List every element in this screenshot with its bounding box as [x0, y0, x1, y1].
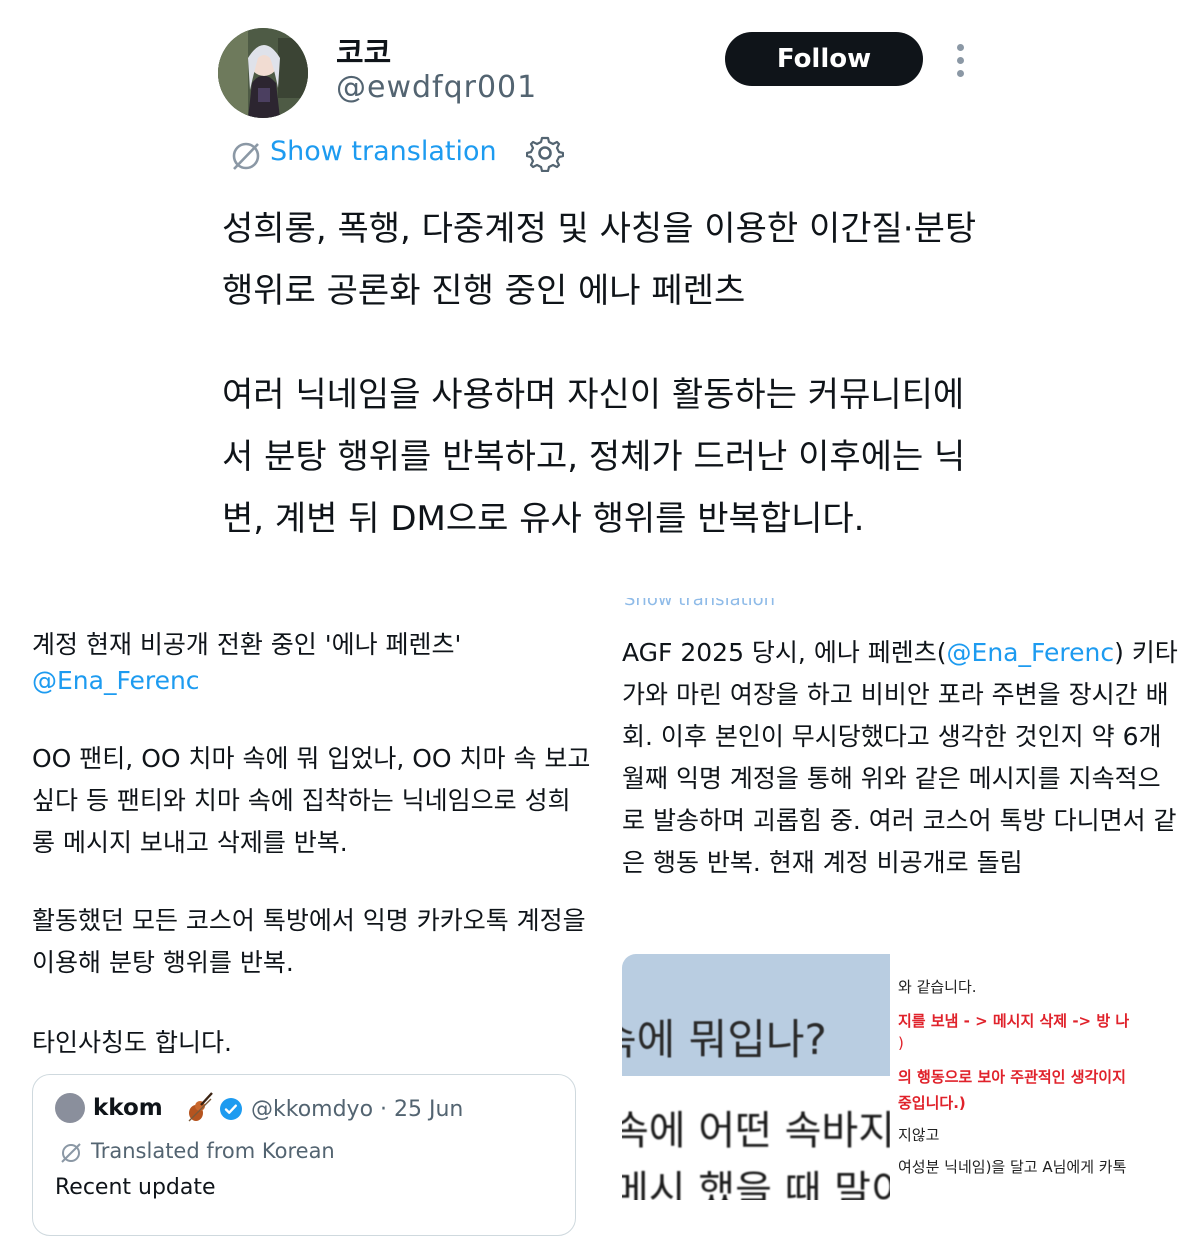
cropped-show-translation: Show translation: [624, 598, 776, 610]
message-screenshot-left: 속에 뭐입나? 속에 어떤 속바지 메시 했을 때 말이: [622, 954, 890, 1200]
quote-text-cut: Recent update: [55, 1175, 216, 1200]
translate-icon: [59, 1141, 83, 1165]
screenshot-image[interactable]: 속에 뭐입나? 속에 어떤 속바지 메시 했을 때 말이 와 같습니다. 지를 …: [622, 954, 1164, 1200]
tweet-paragraph-2: 여러 닉네임을 사용하며 자신이 활동하는 커뮤니티에서 분탕 행위를 반복하고…: [222, 375, 966, 539]
more-options-icon[interactable]: [950, 40, 970, 80]
user-handle[interactable]: @ewdfqr001: [336, 70, 537, 105]
left-paragraph-4: 타인사칭도 합니다.: [32, 1028, 232, 1057]
show-translation-link[interactable]: Show translation: [270, 136, 497, 167]
avatar[interactable]: [218, 28, 308, 118]
right-text-after: ) 키타가와 마린 여장을 하고 비비안 포라 주변을 장시간 배회. 이후 본…: [622, 638, 1178, 877]
message-screenshot-right: 와 같습니다. 지를 보냄 - > 메시지 삭제 -> 방 나 ) 의 행동으로…: [892, 954, 1164, 1200]
follow-button[interactable]: Follow: [725, 32, 923, 86]
left-paragraph-2: OO 팬티, OO 치마 속에 뭐 입었나, OO 치마 속 보고 싶다 등 팬…: [32, 744, 591, 857]
right-paragraph: AGF 2025 당시, 에나 페렌츠(@Ena_Ferenc) 키타가와 마린…: [622, 632, 1182, 884]
tweet-paragraph-1: 성희롱, 폭행, 다중계정 및 사칭을 이용한 이간질·분탕 행위로 공론화 진…: [222, 209, 977, 311]
image-line: 의 행동으로 보아 주관적인 생각이지: [898, 1068, 1126, 1086]
mention-link[interactable]: @Ena_Ferenc: [32, 660, 592, 702]
translate-icon[interactable]: [228, 138, 264, 174]
image-text-line-2: 속에 어떤 속바지: [622, 1108, 890, 1154]
violin-icon: [185, 1091, 215, 1123]
left-paragraph-3: 활동했던 모든 코스어 톡방에서 익명 카카오톡 계정을 이용해 분탕 행위를 …: [32, 906, 586, 977]
mention-link[interactable]: @Ena_Ferenc: [947, 638, 1115, 667]
avatar-image: [218, 28, 308, 118]
image-text-line-3: 메시 했을 때 말이: [622, 1168, 890, 1200]
display-name[interactable]: 코코: [336, 28, 391, 72]
right-text-before: AGF 2025 당시, 에나 페렌츠(: [622, 638, 947, 667]
gear-icon[interactable]: [525, 134, 565, 173]
image-line: 지않고: [898, 1126, 940, 1144]
image-line: ): [898, 1034, 904, 1052]
image-line: 지를 보냄 - > 메시지 삭제 -> 방 나: [898, 1012, 1130, 1030]
quote-display-name[interactable]: kkom: [93, 1095, 163, 1121]
image-line: 와 같습니다.: [898, 978, 977, 996]
image-line: 중입니다.): [898, 1094, 966, 1112]
translated-from-label: Translated from Korean: [91, 1139, 335, 1163]
avatar[interactable]: [55, 1093, 85, 1123]
image-text-question: 속에 뭐입나?: [622, 1015, 827, 1064]
verified-badge-icon: [219, 1097, 243, 1121]
image-line: 여성분 닉네임)을 달고 A님에게 카톡: [898, 1158, 1127, 1176]
quote-handle-date[interactable]: @kkomdyo · 25 Jun: [251, 1097, 463, 1122]
quoted-tweet-card[interactable]: kkom @kkomdyo · 25 Jun Translated from K…: [32, 1074, 576, 1236]
